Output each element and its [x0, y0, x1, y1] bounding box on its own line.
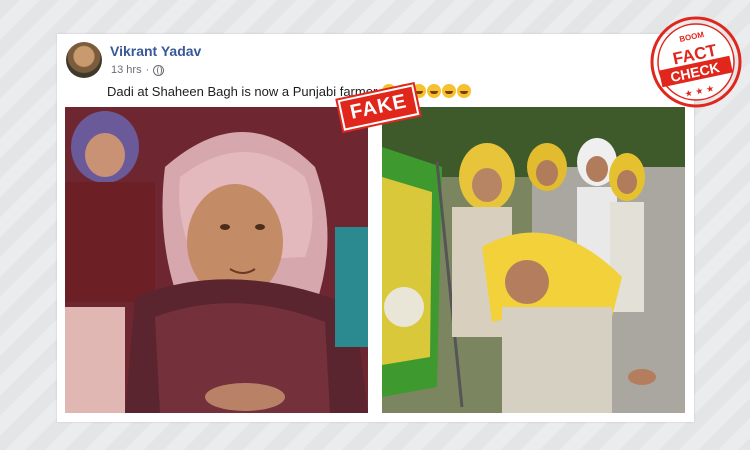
post-meta: 13 hrs ·	[111, 64, 165, 76]
photo-right-illustration	[382, 107, 685, 413]
laughing-emoji-icon	[441, 84, 456, 98]
laughing-emoji-icon	[456, 84, 471, 98]
globe-icon	[153, 64, 165, 76]
author-avatar[interactable]	[66, 42, 102, 78]
post-text: Dadi at Shaheen Bagh is now a Punjabi fa…	[107, 84, 471, 99]
photo-divider	[368, 107, 382, 413]
photo-left-elderly-woman[interactable]	[65, 107, 368, 413]
author-name[interactable]: Vikrant Yadav	[110, 43, 201, 59]
photo-left-illustration	[65, 107, 368, 413]
laughing-emoji-icon	[426, 84, 441, 98]
post-timestamp[interactable]: 13 hrs	[111, 64, 142, 76]
fact-check-badge: BOOM FACT CHECK ★ ★ ★	[650, 16, 742, 108]
photo-right-farmers-march[interactable]	[382, 107, 685, 413]
post-text-content: Dadi at Shaheen Bagh is now a Punjabi fa…	[107, 84, 378, 99]
